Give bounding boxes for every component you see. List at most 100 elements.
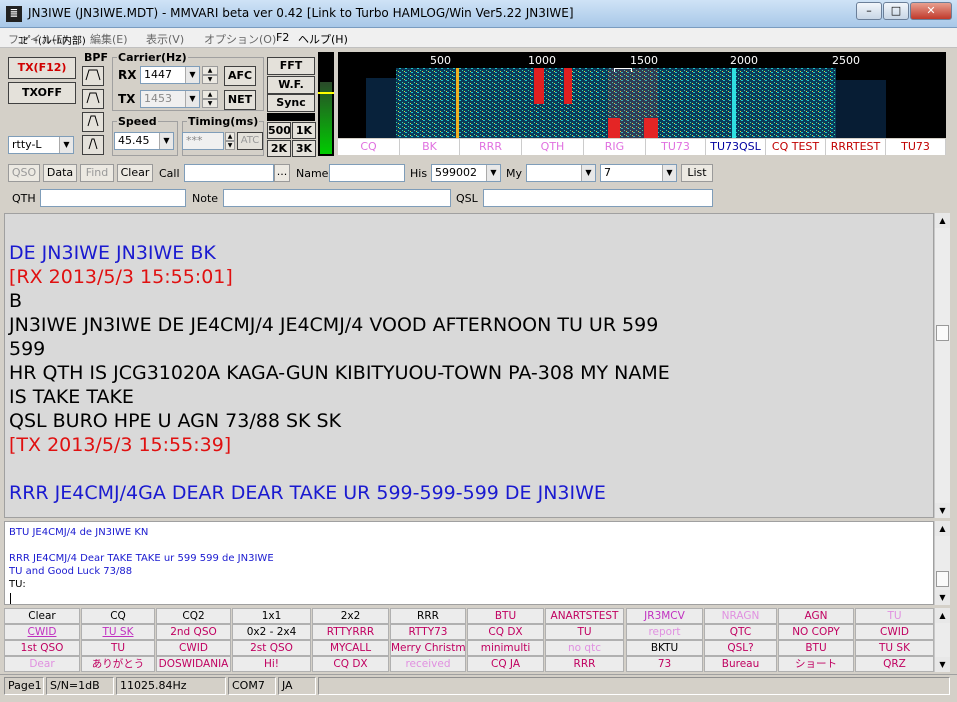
status-com-port[interactable]: COM7 xyxy=(228,677,276,695)
tx-button[interactable]: TX(F12) xyxy=(8,57,76,79)
macro-button[interactable]: TU SK xyxy=(855,640,934,656)
bpf-narrow-button[interactable] xyxy=(82,112,104,132)
quick-macro-tu73[interactable]: TU73 xyxy=(646,139,706,155)
macro-button[interactable]: NRAGN xyxy=(704,608,777,624)
close-button[interactable]: ✕ xyxy=(910,2,952,20)
transmit-text-view[interactable]: BTU JE4CMJ/4 de JN3IWE KN RRR JE4CMJ/4 D… xyxy=(4,521,934,605)
macro-button[interactable]: 1st QSO xyxy=(4,640,80,656)
quick-macro-cqtest[interactable]: CQ TEST xyxy=(766,139,826,155)
mode-select[interactable]: rtty-L ▼ xyxy=(8,136,74,154)
macro-button[interactable]: 73 xyxy=(626,656,703,672)
scroll-down-icon[interactable]: ▼ xyxy=(935,590,950,605)
macro-button[interactable]: QSL? xyxy=(704,640,777,656)
quick-macro-cq[interactable]: CQ xyxy=(338,139,400,155)
find-button[interactable]: Find xyxy=(80,164,114,182)
note-input[interactable] xyxy=(223,189,451,207)
bpf-very-narrow-button[interactable] xyxy=(82,135,104,155)
span-3k-button[interactable]: 3K xyxy=(292,140,316,157)
tx-scroll-thumb[interactable] xyxy=(936,571,949,587)
macro-button[interactable]: NO COPY xyxy=(778,624,854,640)
bpf-wide-button[interactable] xyxy=(82,66,104,86)
rx-frequency-field[interactable]: 1447 ▼ xyxy=(140,66,200,84)
quick-macro-rrrtest[interactable]: RRRTEST xyxy=(826,139,886,155)
clear-button[interactable]: Clear xyxy=(117,164,153,182)
macro-button[interactable]: 0x2 - 2x4 xyxy=(232,624,311,640)
tx-frequency-field[interactable]: 1453 ▼ xyxy=(140,90,200,108)
macro-button[interactable]: RRR xyxy=(545,656,624,672)
quick-macro-qth[interactable]: QTH xyxy=(522,139,584,155)
macro-button[interactable]: Clear xyxy=(4,608,80,624)
tx-scrollbar[interactable]: ▲ ▼ xyxy=(934,521,950,605)
rx-scrollbar[interactable]: ▲ ▼ xyxy=(934,213,950,518)
speed-select[interactable]: 45.45 ▼ xyxy=(114,132,174,150)
my-rst-select[interactable]: ▼ xyxy=(526,164,596,182)
macro-button[interactable]: CQ DX xyxy=(312,656,389,672)
macro-button[interactable]: MYCALL xyxy=(312,640,389,656)
timing-field[interactable]: *** xyxy=(182,132,224,150)
qsl-input[interactable] xyxy=(483,189,713,207)
quick-macro-rrr[interactable]: RRR xyxy=(460,139,522,155)
rx-spin-up[interactable]: ▲ xyxy=(202,66,218,75)
afc-button[interactable]: AFC xyxy=(224,66,256,86)
macro-button[interactable]: 1x1 xyxy=(232,608,311,624)
call-input[interactable] xyxy=(184,164,274,182)
span-2k-button[interactable]: 2K xyxy=(267,140,291,157)
scroll-up-icon[interactable]: ▲ xyxy=(935,608,950,623)
menu-edit[interactable]: 編集(E) xyxy=(90,31,128,47)
menu-help[interactable]: ヘルプ(H) xyxy=(298,31,348,47)
macro-button[interactable]: CQ xyxy=(81,608,155,624)
net-button[interactable]: NET xyxy=(224,90,256,110)
timing-spin-down[interactable]: ▼ xyxy=(225,141,235,150)
macro-button[interactable]: BKTU xyxy=(626,640,703,656)
macro-button[interactable]: TU xyxy=(545,624,624,640)
macro-button[interactable]: ANARTSTEST xyxy=(545,608,624,624)
macro-button[interactable]: minimulti xyxy=(467,640,544,656)
waterfall-button[interactable]: W.F. xyxy=(267,76,315,94)
macro-button[interactable]: CQ JA xyxy=(467,656,544,672)
macro-button[interactable]: QTC xyxy=(704,624,777,640)
tx-spin-down[interactable]: ▼ xyxy=(202,99,218,108)
macro-button[interactable]: CQ DX xyxy=(467,624,544,640)
macro-button[interactable]: BTU xyxy=(778,640,854,656)
list-button[interactable]: List xyxy=(681,164,713,182)
menu-view[interactable]: 表示(V) xyxy=(146,31,184,47)
macro-button[interactable]: TU xyxy=(855,608,934,624)
fft-button[interactable]: FFT xyxy=(267,57,315,75)
span-1k-button[interactable]: 1K xyxy=(292,122,316,139)
maximize-button[interactable]: □ xyxy=(883,2,909,20)
band-select[interactable]: 7 ▼ xyxy=(600,164,677,182)
macro-button[interactable]: Bureau xyxy=(704,656,777,672)
bpf-mid-button[interactable] xyxy=(82,89,104,109)
macro-button[interactable]: Dear xyxy=(4,656,80,672)
macro-button[interactable]: CWID xyxy=(4,624,80,640)
sync-button[interactable]: Sync xyxy=(267,94,315,112)
scroll-up-icon[interactable]: ▲ xyxy=(935,213,950,228)
scroll-down-icon[interactable]: ▼ xyxy=(935,657,950,672)
macro-button[interactable]: Hi! xyxy=(232,656,311,672)
span-500-button[interactable]: 500 xyxy=(267,122,291,139)
macro-button[interactable]: JR3MCV xyxy=(626,608,703,624)
data-button[interactable]: Data xyxy=(43,164,77,182)
quick-macro-bk[interactable]: BK xyxy=(400,139,460,155)
macro-button[interactable]: RRR xyxy=(390,608,466,624)
rx-scroll-thumb[interactable] xyxy=(936,325,949,341)
macro-button[interactable]: no qtc xyxy=(545,640,624,656)
waterfall-display[interactable]: 500 1000 1500 2000 2500 xyxy=(338,52,946,138)
rx-spin-down[interactable]: ▼ xyxy=(202,75,218,84)
tx-spin-up[interactable]: ▲ xyxy=(202,90,218,99)
macro-button[interactable]: report xyxy=(626,624,703,640)
macro-button[interactable]: DOSWIDANIA xyxy=(156,656,231,672)
quick-macro-tu73-red[interactable]: TU73 xyxy=(886,139,946,155)
macro-button[interactable]: BTU xyxy=(467,608,544,624)
his-rst-select[interactable]: 599002 ▼ xyxy=(431,164,501,182)
squelch-meter[interactable] xyxy=(318,52,334,156)
receive-text-view[interactable]: DE JN3IWE JN3IWE BK [RX 2013/5/3 15:55:0… xyxy=(4,213,934,518)
macro-button[interactable]: CWID xyxy=(855,624,934,640)
macro-button[interactable]: TU xyxy=(81,640,155,656)
macro-button[interactable]: received xyxy=(390,656,466,672)
qso-button[interactable]: QSO xyxy=(8,164,40,182)
qth-input[interactable] xyxy=(40,189,186,207)
macro-button[interactable]: ありがとう xyxy=(81,656,155,672)
macro-button[interactable]: RTTY73 xyxy=(390,624,466,640)
macro-button[interactable]: CQ2 xyxy=(156,608,231,624)
